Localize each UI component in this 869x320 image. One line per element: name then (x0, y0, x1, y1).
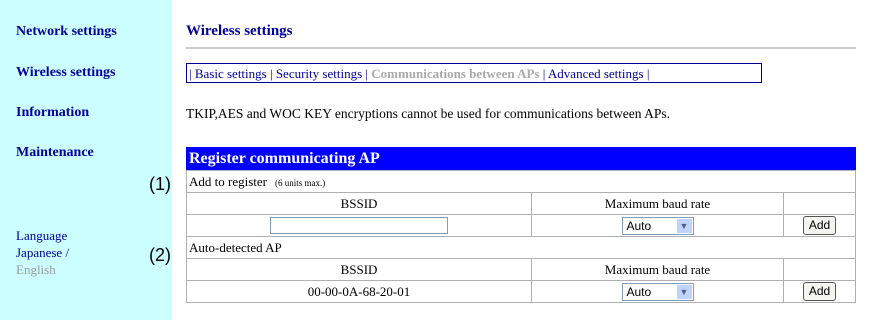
sidebar-item-wireless-settings[interactable]: Wireless settings (16, 65, 115, 81)
bssid-input[interactable] (270, 217, 448, 234)
auto-add-button[interactable]: Add (803, 282, 836, 301)
auto-bssid-value: 00-00-0A-68-20-01 (186, 280, 532, 303)
add-section-label: Add to register (6 units max.) (186, 170, 856, 193)
language-label: Language (16, 228, 68, 243)
settings-tabs: | Basic settings | Security settings | C… (186, 63, 762, 83)
col-bssid-header: BSSID (186, 192, 532, 215)
encryption-notice: TKIP,AES and WOC KEY encryptions cannot … (186, 106, 671, 121)
auto-col-bssid-header: BSSID (186, 258, 532, 281)
bssid-input-cell (186, 214, 532, 237)
baud-rate-select[interactable]: Auto ▼ (621, 216, 694, 235)
auto-col-rate-header: Maximum baud rate (531, 258, 784, 281)
rate-select-cell: Auto ▼ (531, 214, 784, 237)
tab-security-settings[interactable]: Security settings (276, 66, 362, 81)
tab-basic-settings[interactable]: Basic settings (195, 66, 267, 81)
page-title: Wireless settings (186, 23, 293, 39)
auto-baud-rate-value: Auto (626, 284, 652, 299)
title-divider (186, 47, 856, 49)
callout-1: (1) (149, 174, 171, 194)
tab-advanced-settings[interactable]: Advanced settings (548, 66, 644, 81)
add-section-text: Add to register (189, 173, 267, 189)
register-header: Register communicating AP (186, 147, 856, 170)
language-english: English (16, 262, 56, 277)
max-units-note: (6 units max.) (274, 177, 326, 188)
chevron-down-icon: ▼ (676, 284, 692, 299)
col-rate-header: Maximum baud rate (531, 192, 784, 215)
sidebar: Network settings Wireless settings Infor… (0, 0, 172, 320)
sidebar-item-network-settings[interactable]: Network settings (16, 24, 117, 40)
auto-col-action-header (783, 258, 856, 281)
sidebar-item-information[interactable]: Information (16, 105, 89, 121)
auto-baud-rate-select[interactable]: Auto ▼ (621, 282, 694, 301)
sidebar-item-maintenance[interactable]: Maintenance (16, 145, 94, 161)
tab-communications-between-aps: Communications between APs (371, 66, 540, 81)
add-button-cell: Add (783, 214, 856, 237)
auto-add-button-cell: Add (783, 280, 856, 303)
register-table: Add to register (6 units max.) BSSID Maxi… (186, 170, 856, 303)
auto-rate-select-cell: Auto ▼ (531, 280, 784, 303)
add-button[interactable]: Add (803, 216, 836, 235)
auto-section-label: Auto-detected AP (186, 236, 856, 259)
col-action-header (783, 192, 856, 215)
table-row: 00-00-0A-68-20-01 Auto ▼ Add (186, 280, 856, 303)
language-japanese-link[interactable]: Japanese (16, 245, 62, 260)
baud-rate-value: Auto (626, 218, 652, 233)
language-separator: / (62, 245, 70, 260)
callout-2: (2) (149, 245, 171, 265)
chevron-down-icon: ▼ (676, 218, 692, 233)
